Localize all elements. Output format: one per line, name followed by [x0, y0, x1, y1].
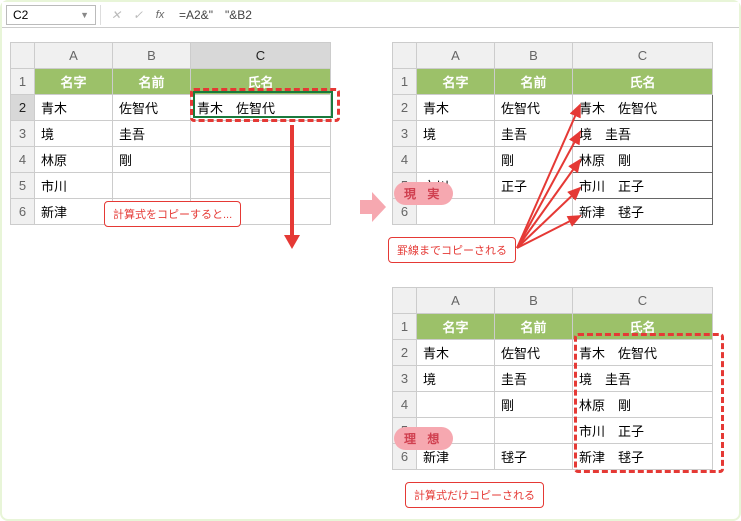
col-header-c[interactable]: C	[573, 288, 713, 314]
spreadsheet-grid[interactable]: A B C 1 名字 名前 氏名 2青木佐智代青木 佐智代 3境圭吾 4林原剛 …	[10, 42, 331, 225]
cell[interactable]: 佐智代	[495, 340, 573, 366]
cell[interactable]	[495, 418, 573, 444]
header-given[interactable]: 名前	[113, 69, 191, 95]
header-surname[interactable]: 名字	[417, 314, 495, 340]
separator	[100, 5, 101, 25]
cell[interactable]: 新津 毬子	[573, 199, 713, 225]
cell[interactable]: 佐智代	[113, 95, 191, 121]
cell[interactable]: 境	[35, 121, 113, 147]
cell[interactable]	[113, 173, 191, 199]
transition-arrow-icon	[360, 192, 386, 222]
name-box-value: C2	[13, 8, 28, 22]
col-header-b[interactable]: B	[495, 288, 573, 314]
row-header[interactable]: 5	[11, 173, 35, 199]
cell[interactable]: 剛	[113, 147, 191, 173]
header-surname[interactable]: 名字	[417, 69, 495, 95]
cell[interactable]: 市川	[35, 173, 113, 199]
cell[interactable]	[191, 121, 331, 147]
formula-bar: C2 ▼ ✕ ✓ fx =A2&" "&B2	[2, 2, 739, 28]
cell[interactable]	[191, 173, 331, 199]
name-box[interactable]: C2 ▼	[6, 5, 96, 25]
row-header[interactable]: 4	[393, 147, 417, 173]
cell[interactable]: 林原	[35, 147, 113, 173]
cell[interactable]: 林原 剛	[573, 392, 713, 418]
cell[interactable]: 林原 剛	[573, 147, 713, 173]
header-full[interactable]: 氏名	[573, 69, 713, 95]
col-header-a[interactable]: A	[35, 43, 113, 69]
col-header-c[interactable]: C	[191, 43, 331, 69]
row-header[interactable]: 4	[393, 392, 417, 418]
cell[interactable]: 青木 佐智代	[191, 95, 331, 121]
col-header-c[interactable]: C	[573, 43, 713, 69]
col-header-b[interactable]: B	[495, 43, 573, 69]
cell[interactable]: 境	[417, 121, 495, 147]
select-all-corner[interactable]	[393, 43, 417, 69]
col-header-a[interactable]: A	[417, 288, 495, 314]
cell[interactable]: 青木	[417, 95, 495, 121]
row-header[interactable]: 2	[393, 95, 417, 121]
cell[interactable]: 市川 正子	[573, 418, 713, 444]
header-full[interactable]: 氏名	[573, 314, 713, 340]
cancel-icon[interactable]: ✕	[107, 6, 125, 24]
cell[interactable]: 圭吾	[113, 121, 191, 147]
cell[interactable]: 佐智代	[495, 95, 573, 121]
cell[interactable]	[495, 199, 573, 225]
header-given[interactable]: 名前	[495, 69, 573, 95]
cell[interactable]: 新津 毬子	[573, 444, 713, 470]
callout-only-formula: 計算式だけコピーされる	[405, 482, 544, 508]
select-all-corner[interactable]	[393, 288, 417, 314]
left-sheet: A B C 1 名字 名前 氏名 2青木佐智代青木 佐智代 3境圭吾 4林原剛 …	[10, 42, 331, 225]
callout-borders-copied: 罫線までコピーされる	[388, 237, 516, 263]
header-surname[interactable]: 名字	[35, 69, 113, 95]
cell[interactable]: 青木	[35, 95, 113, 121]
row-header[interactable]: 1	[11, 69, 35, 95]
row-header[interactable]: 3	[11, 121, 35, 147]
cell[interactable]: 青木	[417, 340, 495, 366]
row-header[interactable]: 6	[11, 199, 35, 225]
chevron-down-icon[interactable]: ▼	[80, 10, 89, 20]
col-header-a[interactable]: A	[417, 43, 495, 69]
cell[interactable]: 境 圭吾	[573, 121, 713, 147]
row-header[interactable]: 3	[393, 366, 417, 392]
select-all-corner[interactable]	[11, 43, 35, 69]
formula-input[interactable]: =A2&" "&B2	[171, 4, 739, 25]
row-header[interactable]: 1	[393, 314, 417, 340]
cell[interactable]: 青木 佐智代	[573, 340, 713, 366]
cell[interactable]: 毬子	[495, 444, 573, 470]
cell[interactable]: 剛	[495, 147, 573, 173]
accept-icon[interactable]: ✓	[129, 6, 147, 24]
row-header[interactable]: 2	[11, 95, 35, 121]
cell[interactable]	[417, 147, 495, 173]
row-header[interactable]: 2	[393, 340, 417, 366]
row-header[interactable]: 1	[393, 69, 417, 95]
col-header-b[interactable]: B	[113, 43, 191, 69]
cell[interactable]: 新津	[35, 199, 113, 225]
badge-ideal: 理 想	[394, 427, 453, 450]
fx-icon[interactable]: fx	[151, 6, 169, 24]
cell[interactable]: 剛	[495, 392, 573, 418]
cell[interactable]: 青木 佐智代	[573, 95, 713, 121]
cell[interactable]: 境 圭吾	[573, 366, 713, 392]
cell[interactable]	[417, 392, 495, 418]
cell[interactable]: 正子	[495, 173, 573, 199]
cell[interactable]: 境	[417, 366, 495, 392]
callout-copy-formula: 計算式をコピーすると...	[104, 201, 241, 227]
cell[interactable]: 圭吾	[495, 121, 573, 147]
header-given[interactable]: 名前	[495, 314, 573, 340]
row-header[interactable]: 3	[393, 121, 417, 147]
cell[interactable]	[191, 147, 331, 173]
row-header[interactable]: 4	[11, 147, 35, 173]
badge-reality: 現 実	[394, 182, 453, 205]
cell[interactable]: 市川 正子	[573, 173, 713, 199]
cell[interactable]: 圭吾	[495, 366, 573, 392]
header-full[interactable]: 氏名	[191, 69, 331, 95]
